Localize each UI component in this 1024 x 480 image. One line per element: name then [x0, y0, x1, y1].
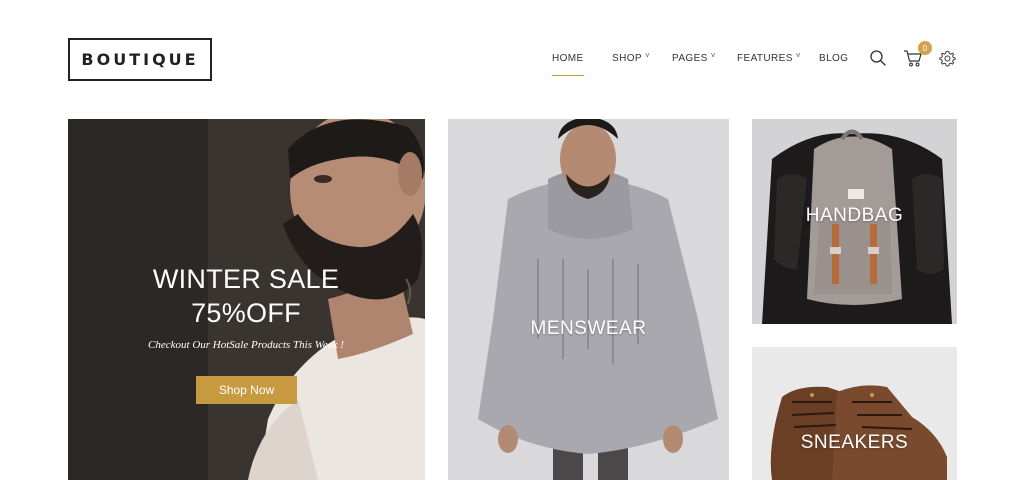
sneakers-photo [752, 347, 957, 480]
settings-gear-icon[interactable] [939, 50, 956, 72]
category-label-handbag: HANDBAG [805, 205, 904, 226]
cart-count-badge: 0 [918, 41, 932, 55]
nav-item-label: FEATURES [737, 53, 793, 64]
nav-item-label: PAGES [672, 53, 708, 64]
category-label-menswear: MENSWEAR [530, 318, 647, 339]
nav-item-features[interactable]: FEATURES ˅ [737, 51, 801, 64]
chevron-down-icon: ˅ [644, 51, 651, 60]
nav-item-blog[interactable]: BLOG [819, 53, 848, 64]
nav-item-label: SHOP [612, 53, 642, 64]
hero-subtitle: Checkout Our HotSale Products This Week … [148, 339, 344, 351]
logo[interactable]: BOUTIQUE [68, 38, 212, 81]
category-tile-menswear[interactable]: MENSWEAR [448, 119, 729, 480]
search-icon[interactable] [869, 49, 887, 72]
nav-item-home[interactable]: HOME [552, 53, 584, 76]
hero-title-line2: 75%OFF [191, 298, 301, 328]
category-tile-sneakers[interactable]: SNEAKERS [752, 347, 957, 480]
nav-item-shop[interactable]: SHOP ˅ [612, 51, 651, 64]
category-label-sneakers: SNEAKERS [800, 432, 909, 453]
nav-item-label: BLOG [819, 53, 849, 64]
category-tile-handbag[interactable]: HANDBAG [752, 119, 957, 324]
nav-item-label: HOME [552, 53, 584, 64]
nav-item-pages[interactable]: PAGES ˅ [672, 51, 716, 64]
hero-banner: WINTER SALE 75%OFF Checkout Our HotSale … [68, 119, 425, 480]
hero-title-line1: WINTER SALE [152, 264, 340, 294]
menswear-photo [448, 119, 729, 480]
chevron-down-icon: ˅ [710, 51, 716, 60]
shop-now-button[interactable]: Shop Now [196, 376, 297, 404]
chevron-down-icon: ˅ [795, 51, 801, 60]
